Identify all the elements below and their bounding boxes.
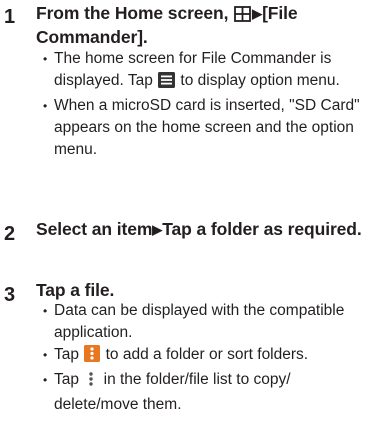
step-title: From the Home screen, ▶[File Commander]. bbox=[36, 3, 298, 47]
apps-grid-icon bbox=[234, 6, 252, 27]
step-number: 2 bbox=[4, 223, 16, 245]
list-item: Tap to add a folder or sort folders. bbox=[43, 344, 379, 369]
menu-list-icon bbox=[158, 72, 176, 95]
vertical-dots-icon bbox=[84, 371, 98, 394]
step-title: Tap a file. bbox=[36, 280, 115, 300]
step-number: 1 bbox=[4, 6, 16, 28]
list-item: When a microSD card is inserted, "SD Car… bbox=[43, 95, 379, 161]
arrow-icon: ▶ bbox=[152, 222, 163, 237]
list-item: Tap in the folder/file list to copy/ del… bbox=[43, 369, 379, 416]
step-number: 3 bbox=[4, 284, 16, 306]
list-item: The home screen for File Commander is di… bbox=[43, 48, 379, 95]
step-1-bullets: The home screen for File Commander is di… bbox=[43, 48, 379, 161]
list-item: Data can be displayed with the compatibl… bbox=[43, 300, 379, 344]
arrow-icon: ▶ bbox=[252, 6, 263, 21]
step-3-bullets: Data can be displayed with the compatibl… bbox=[43, 300, 379, 416]
overflow-menu-icon bbox=[84, 345, 101, 369]
step-title: Select an item▶Tap a folder as required. bbox=[36, 219, 362, 239]
